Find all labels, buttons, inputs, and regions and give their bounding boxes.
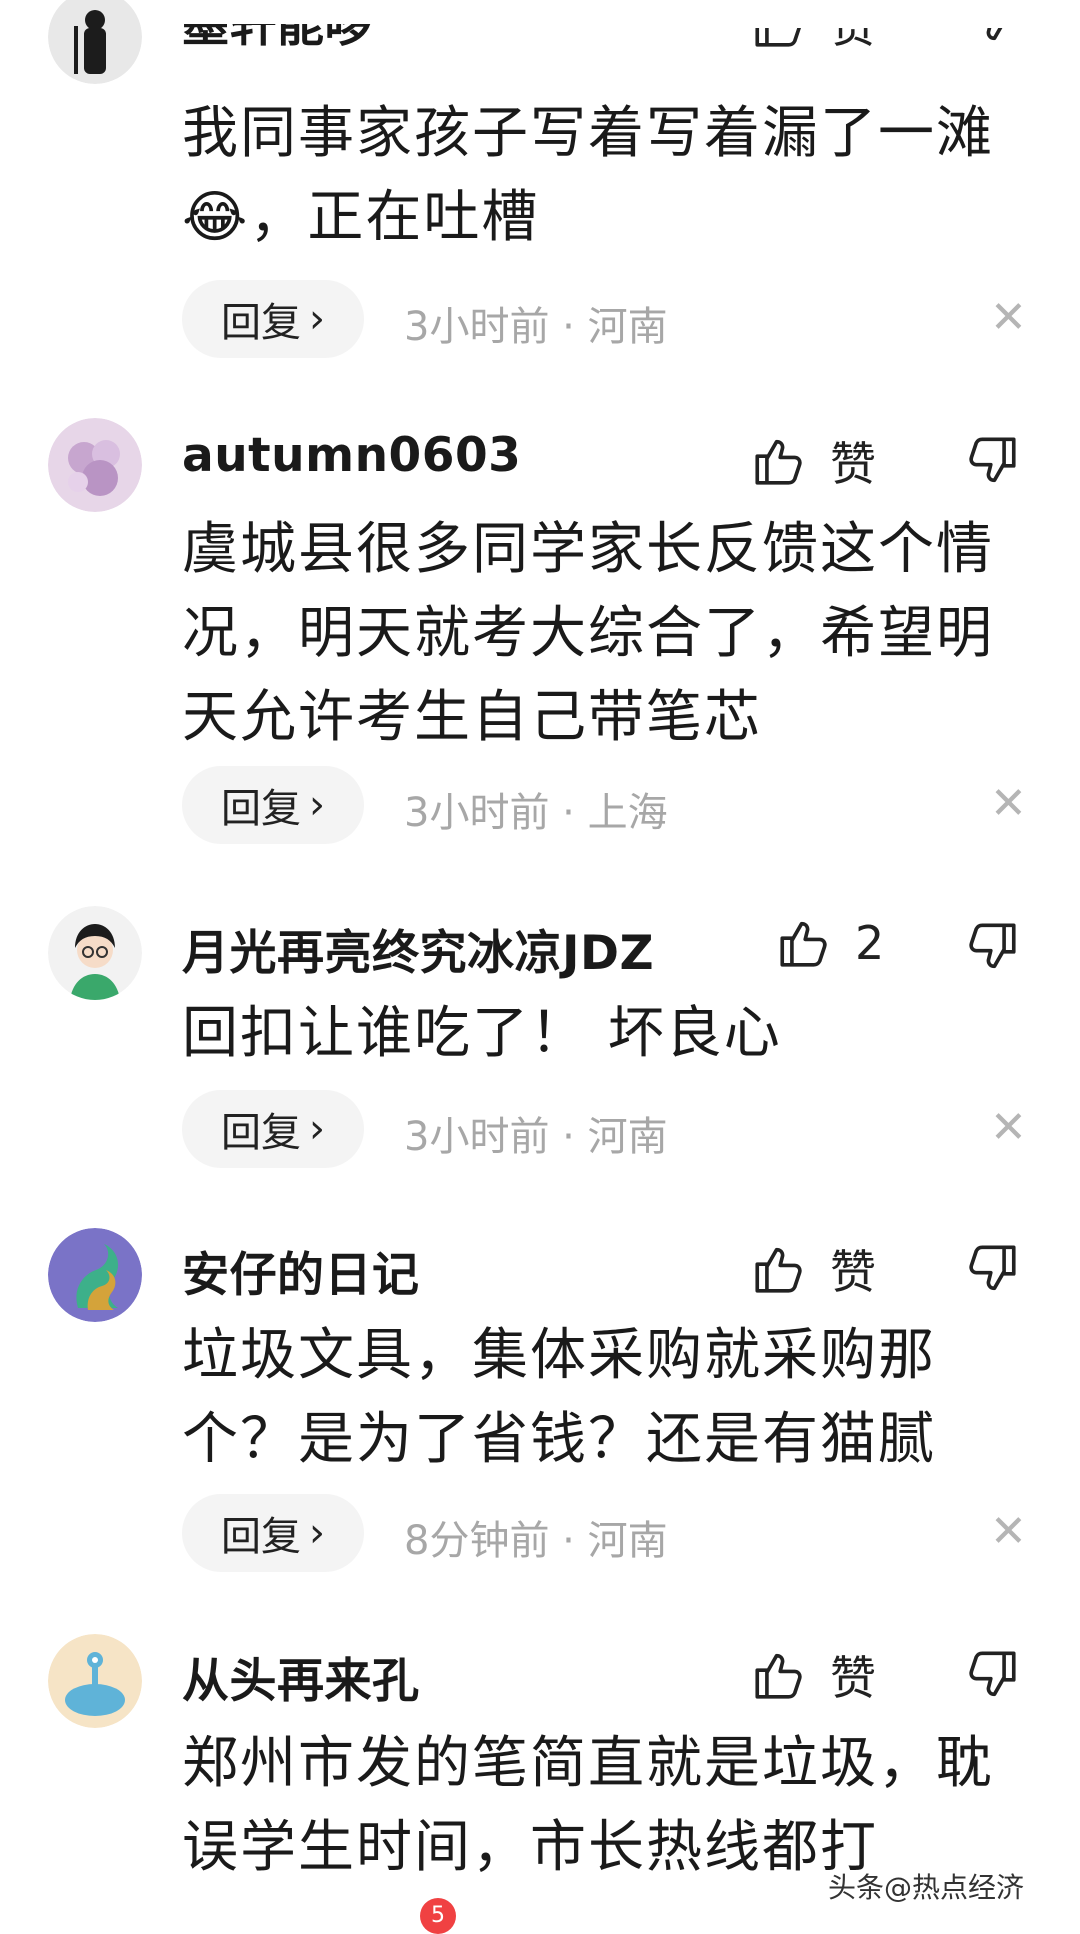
like-button[interactable]: 赞 <box>750 428 876 494</box>
dislike-button[interactable] <box>963 1646 1021 1704</box>
avatar[interactable] <box>48 0 142 84</box>
watermark: 头条@热点经济 <box>828 1871 1025 1904</box>
thumbs-up-icon <box>780 921 827 967</box>
comment-meta: 8分钟前 · 河南 <box>404 1518 668 1564</box>
close-icon[interactable]: ✕ <box>990 778 1027 829</box>
comment-meta: 3小时前 · 河南 <box>404 1114 668 1160</box>
username[interactable]: 从头再来孔 <box>182 1642 420 1711</box>
reply-label: 回复 <box>221 1110 301 1156</box>
like-button[interactable]: 赞 <box>750 1236 876 1302</box>
like-button[interactable]: 赞 <box>750 0 876 56</box>
reply-button[interactable]: 回复 › <box>182 1090 364 1168</box>
reply-label: 回复 <box>221 786 301 832</box>
thumbs-down-icon <box>969 923 1016 969</box>
thumbs-up-icon <box>755 439 802 485</box>
chevron-right-icon: › <box>309 1106 325 1152</box>
close-icon[interactable]: ✕ <box>990 292 1027 343</box>
thumbs-down-icon <box>969 1245 1016 1291</box>
dislike-button[interactable] <box>963 1240 1021 1298</box>
avatar[interactable] <box>48 1634 142 1728</box>
thumbs-up-icon <box>755 28 801 47</box>
reply-button[interactable]: 回复 › <box>182 766 364 844</box>
chevron-right-icon: › <box>309 296 325 342</box>
reply-button[interactable]: 回复 › <box>182 1494 364 1572</box>
close-icon[interactable]: ✕ <box>990 1506 1027 1557</box>
like-label: 赞 <box>830 0 876 53</box>
comment-meta: 3小时前 · 上海 <box>404 790 668 836</box>
thumbs-up-icon <box>755 1247 802 1293</box>
reply-button[interactable]: 回复 › <box>182 280 364 358</box>
thumbs-down-icon <box>986 28 1003 41</box>
avatar[interactable] <box>48 906 142 1000</box>
like-button[interactable]: 赞 <box>750 1642 876 1708</box>
avatar[interactable] <box>48 418 142 512</box>
comment-meta: 3小时前 · 河南 <box>404 304 668 350</box>
comment-text: 我同事家孩子写着写着漏了一滩😂，正在吐槽 <box>182 101 994 250</box>
chevron-right-icon: › <box>309 782 325 828</box>
username[interactable]: 墨轩能哆 <box>182 24 372 55</box>
thumbs-down-icon <box>969 437 1016 483</box>
dislike-button[interactable] <box>963 432 1021 490</box>
comment-text: 回扣让谁吃了！ 坏良心 <box>182 1001 782 1066</box>
chevron-right-icon: › <box>309 1510 325 1556</box>
username[interactable]: 安仔的日记 <box>182 1236 420 1305</box>
reply-label: 回复 <box>221 300 301 346</box>
notification-badge: 5 <box>420 1898 456 1934</box>
like-label: 赞 <box>830 1245 876 1299</box>
comment-text: 虞城县很多同学家长反馈这个情况，明天就考大综合了，希望明天允许考生自己带笔芯 <box>182 517 994 750</box>
reply-label: 回复 <box>221 1514 301 1560</box>
comment-text: 郑州市发的笔简直就是垃圾，耽误学生时间，市长热线都打 <box>182 1731 994 1880</box>
like-label: 赞 <box>830 1651 876 1705</box>
close-icon[interactable]: ✕ <box>990 1102 1027 1153</box>
dislike-button[interactable] <box>963 28 1021 48</box>
like-label: 赞 <box>830 437 876 491</box>
avatar[interactable] <box>48 1228 142 1322</box>
like-button[interactable]: 2 <box>775 914 884 972</box>
thumbs-up-icon <box>755 1653 802 1699</box>
username[interactable]: 月光再亮终究冰凉JDZ <box>182 914 654 983</box>
like-count: 2 <box>855 916 885 970</box>
username[interactable]: autumn0603 <box>182 428 521 483</box>
thumbs-down-icon <box>969 1651 1016 1697</box>
comment-text: 垃圾文具，集体采购就采购那个？是为了省钱？还是有猫腻 <box>182 1323 936 1472</box>
dislike-button[interactable] <box>963 918 1021 976</box>
